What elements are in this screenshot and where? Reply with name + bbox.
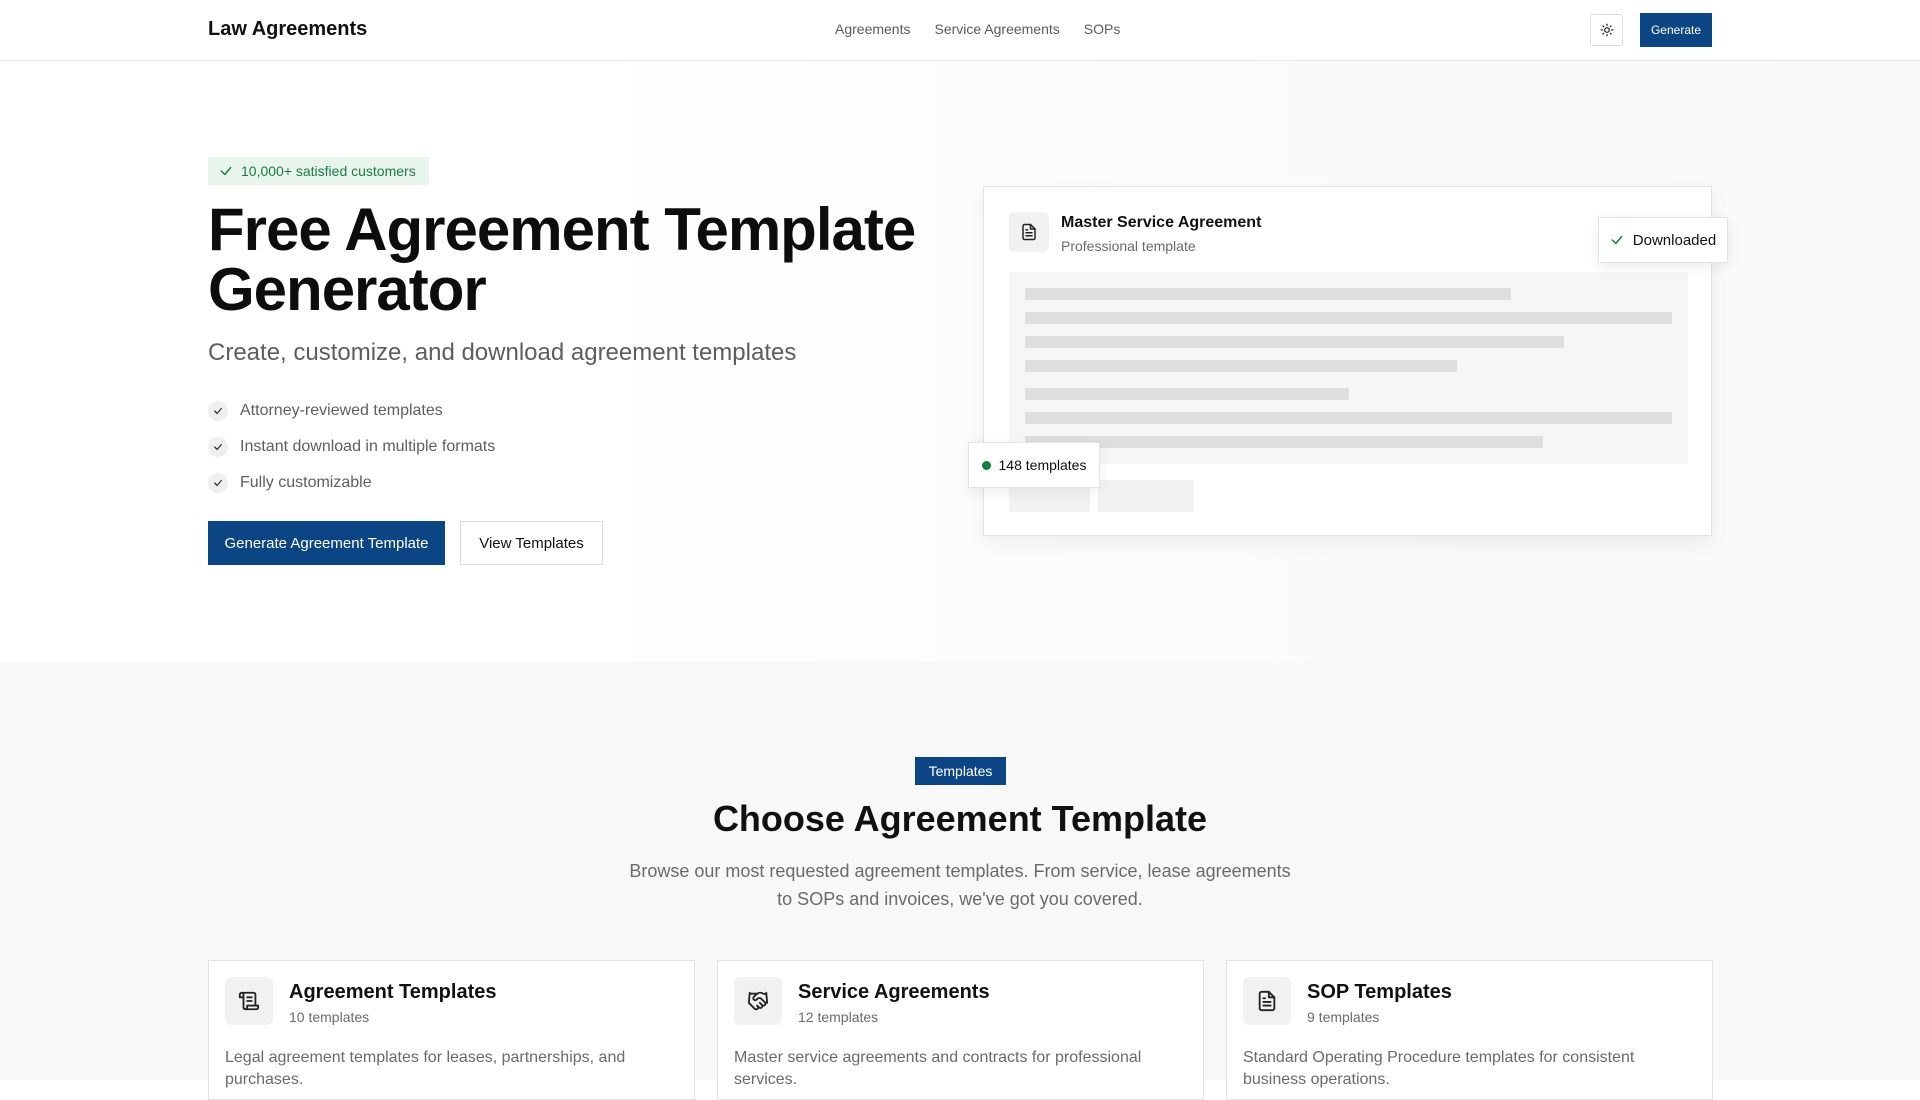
- feature-label: Fully customizable: [240, 474, 372, 491]
- template-card-sop[interactable]: SOP Templates 9 templates Standard Opera…: [1226, 960, 1713, 1100]
- templates-count-label: 148 templates: [998, 457, 1087, 473]
- placeholder-line: [1025, 436, 1543, 448]
- section-title: Choose Agreement Template: [712, 798, 1208, 839]
- placeholder-line: [1025, 360, 1457, 372]
- feature-item: Instant download in multiple formats: [208, 429, 495, 465]
- scroll-icon: [225, 977, 273, 1025]
- downloaded-label: Downloaded: [1632, 231, 1717, 249]
- feature-label: Instant download in multiple formats: [240, 438, 496, 455]
- nav-link-service-agreements[interactable]: Service Agreements: [934, 21, 1059, 37]
- check-icon: [220, 166, 232, 176]
- card-title: Service Agreements: [798, 981, 990, 1003]
- nav-link-agreements[interactable]: Agreements: [835, 21, 910, 37]
- template-card-agreement[interactable]: Agreement Templates 10 templates Legal a…: [208, 960, 695, 1100]
- card-title: SOP Templates: [1307, 981, 1452, 1003]
- preview-subtitle: Professional template: [1061, 238, 1196, 254]
- generate-button[interactable]: Generate: [1640, 13, 1712, 47]
- document-placeholder: [1009, 272, 1688, 464]
- feature-item: Attorney-reviewed templates: [208, 393, 495, 429]
- placeholder-line: [1025, 288, 1511, 300]
- generate-agreement-template-button[interactable]: Generate Agreement Template: [208, 521, 445, 565]
- downloaded-badge: Downloaded: [1598, 217, 1728, 263]
- card-description: Master service agreements and contracts …: [734, 1049, 1142, 1088]
- feature-list: Attorney-reviewed templates Instant down…: [208, 393, 495, 501]
- check-icon: [208, 437, 228, 457]
- placeholder-line: [1025, 312, 1672, 324]
- placeholder-button: [1098, 480, 1194, 512]
- card-title: Agreement Templates: [289, 981, 497, 1003]
- placeholder-line: [1025, 412, 1672, 424]
- hero-subtitle: Create, customize, and download agreemen…: [208, 339, 797, 366]
- card-description: Standard Operating Procedure templates f…: [1243, 1049, 1635, 1088]
- placeholder-line: [1025, 388, 1349, 400]
- template-card-service[interactable]: Service Agreements 12 templates Master s…: [717, 960, 1204, 1100]
- card-count: 9 templates: [1307, 1009, 1380, 1025]
- card-description: Legal agreement templates for leases, pa…: [225, 1049, 626, 1088]
- brand-logo-text[interactable]: Law Agreements: [208, 18, 367, 41]
- customers-badge-label: 10,000+ satisfied customers: [241, 163, 416, 179]
- feature-item: Fully customizable: [208, 465, 495, 501]
- preview-title: Master Service Agreement: [1061, 214, 1262, 231]
- view-templates-button[interactable]: View Templates: [460, 521, 603, 565]
- check-icon: [208, 473, 228, 493]
- sun-icon: [1600, 23, 1613, 37]
- top-navigation: Law Agreements Agreements Service Agreem…: [0, 0, 1920, 61]
- document-icon: [1243, 977, 1291, 1025]
- templates-count-badge: 148 templates: [968, 442, 1100, 488]
- section-description: Browse our most requested agreement temp…: [629, 861, 1291, 909]
- check-icon: [1611, 235, 1623, 245]
- card-count: 10 templates: [289, 1009, 370, 1025]
- placeholder-line: [1025, 336, 1564, 348]
- nav-links: Agreements Service Agreements SOPs: [835, 21, 1120, 37]
- hero-title: Free Agreement Template Generator: [208, 196, 916, 323]
- card-count: 12 templates: [798, 1009, 879, 1025]
- status-dot: [981, 460, 991, 470]
- customers-badge: 10,000+ satisfied customers: [208, 157, 429, 185]
- theme-toggle-button[interactable]: [1590, 14, 1623, 46]
- document-icon: [1009, 212, 1049, 252]
- feature-label: Attorney-reviewed templates: [240, 402, 443, 419]
- check-icon: [208, 401, 228, 421]
- nav-link-sops[interactable]: SOPs: [1084, 21, 1121, 37]
- templates-badge: Templates: [915, 757, 1006, 785]
- handshake-icon: [734, 977, 782, 1025]
